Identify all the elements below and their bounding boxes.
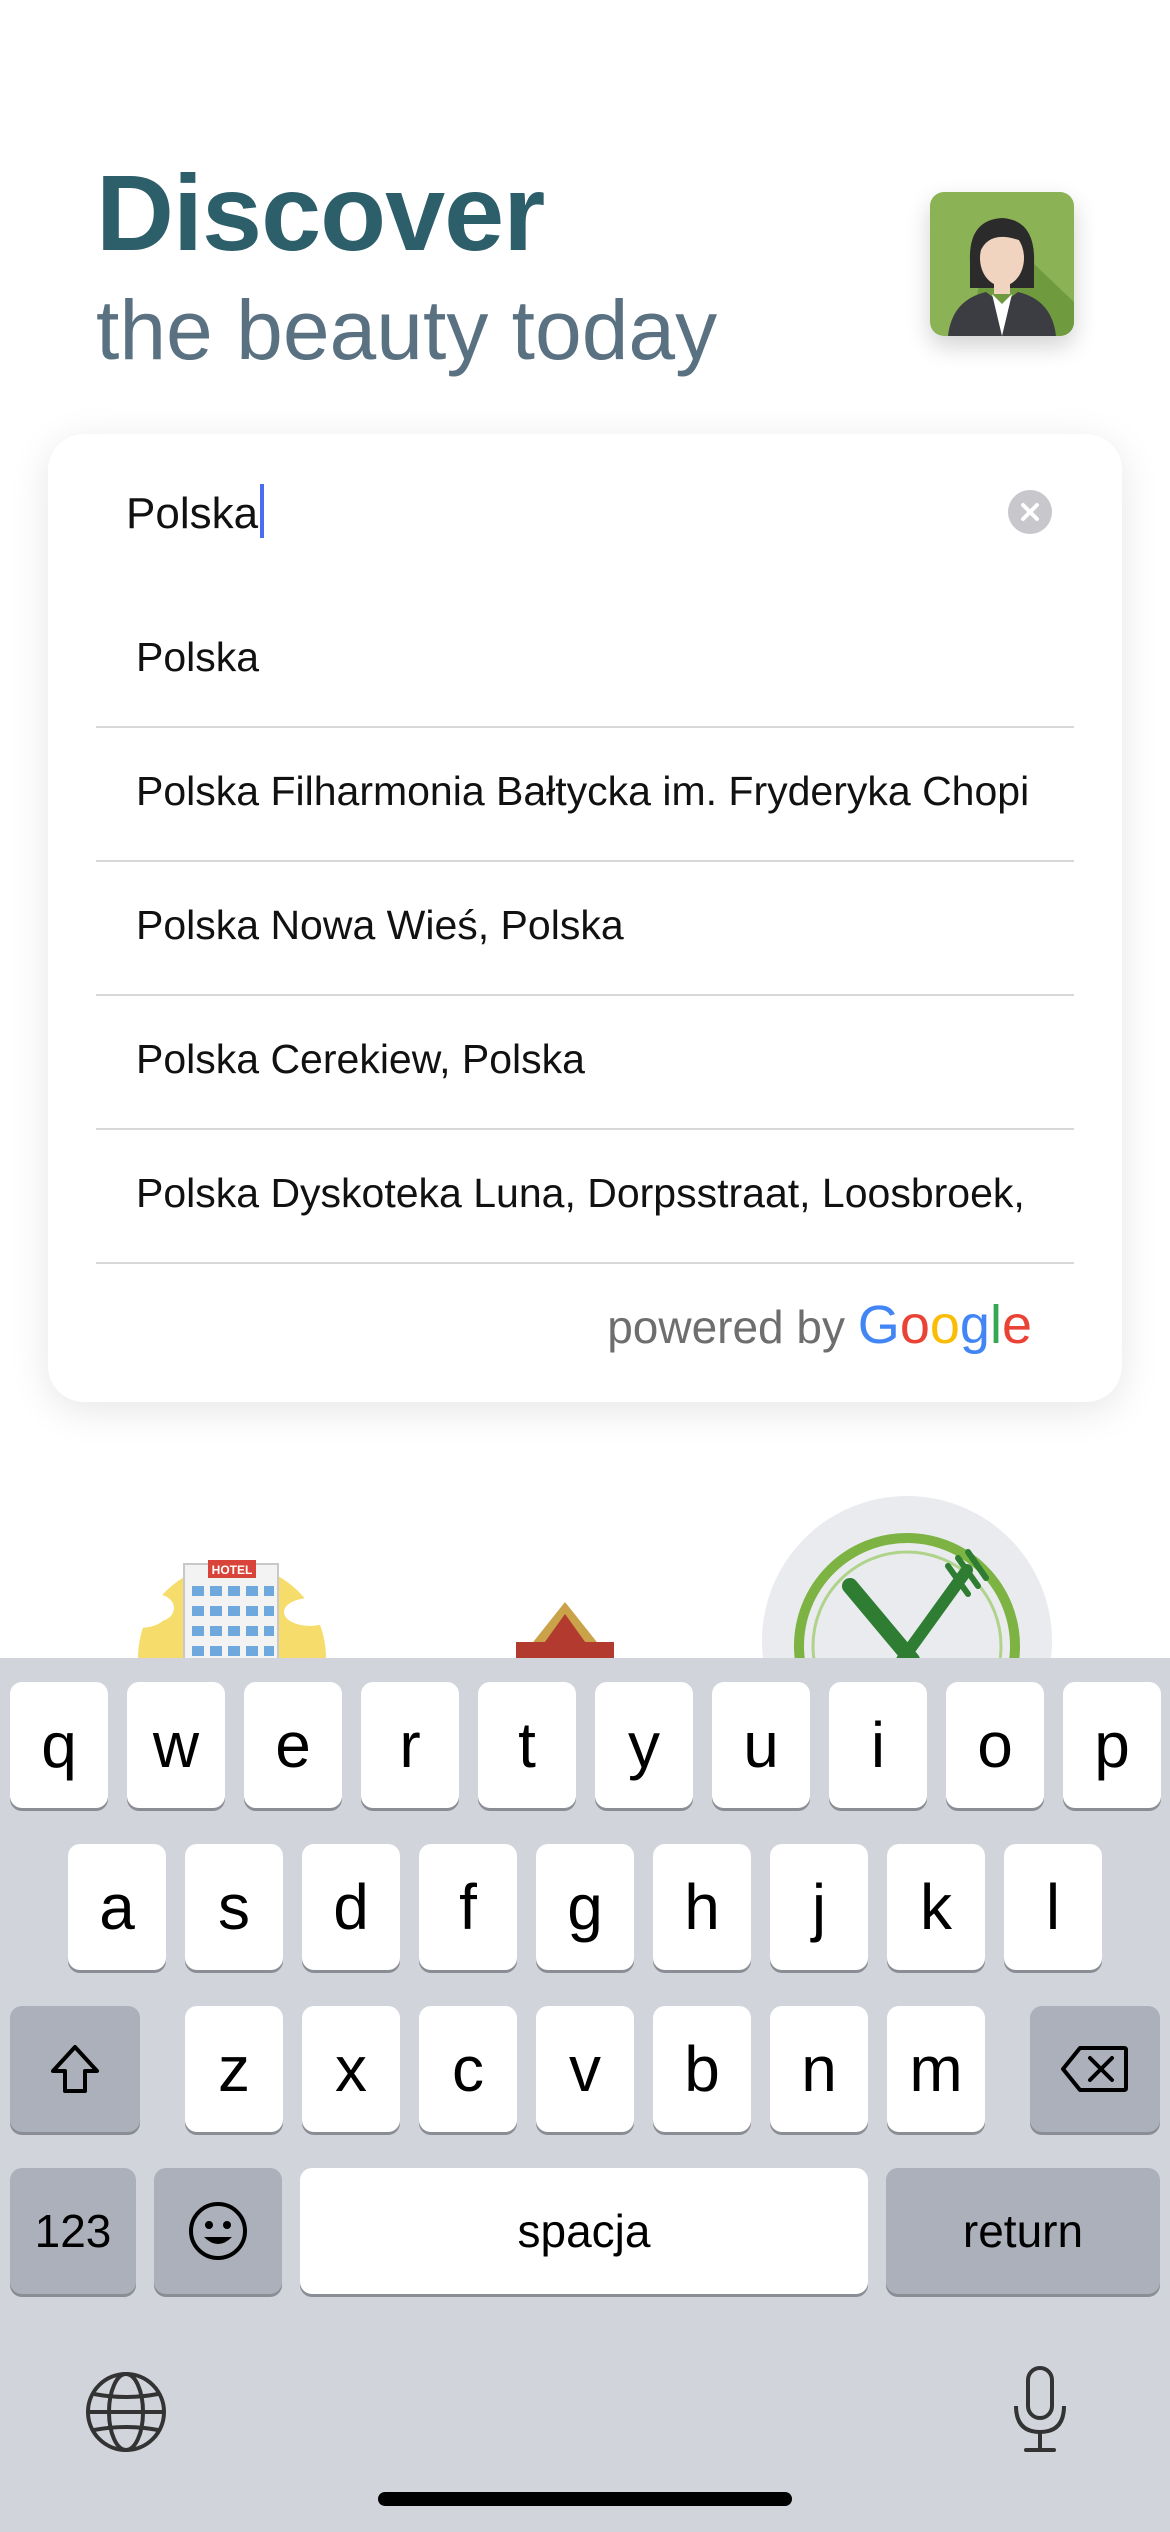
key-a[interactable]: a bbox=[68, 1844, 166, 1970]
user-avatar-icon bbox=[930, 192, 1074, 336]
globe-icon bbox=[86, 2372, 166, 2452]
key-x[interactable]: x bbox=[302, 2006, 400, 2132]
key-e[interactable]: e bbox=[244, 1682, 342, 1808]
page-title: Discover bbox=[96, 152, 545, 273]
clear-search-button[interactable] bbox=[1008, 490, 1052, 534]
hotel-icon: HOTEL bbox=[114, 1560, 340, 1752]
key-v[interactable]: v bbox=[536, 2006, 634, 2132]
key-p[interactable]: p bbox=[1063, 1682, 1161, 1808]
key-m[interactable]: m bbox=[887, 2006, 985, 2132]
google-logo: Google bbox=[857, 1295, 1032, 1355]
suggestion-item[interactable]: Polska Filharmonia Bałtycka im. Fryderyk… bbox=[96, 728, 1074, 862]
key-f[interactable]: f bbox=[419, 1844, 517, 1970]
category-attractions[interactable] bbox=[510, 1598, 620, 1660]
key-d[interactable]: d bbox=[302, 1844, 400, 1970]
suggestion-item[interactable]: Polska Nowa Wieś, Polska bbox=[96, 862, 1074, 996]
profile-avatar[interactable] bbox=[930, 192, 1074, 336]
page-subtitle: the beauty today bbox=[96, 283, 718, 377]
suggestion-item[interactable]: Polska Dyskoteka Luna, Dorpsstraat, Loos… bbox=[96, 1130, 1074, 1264]
key-r[interactable]: r bbox=[361, 1682, 459, 1808]
dictation-button[interactable] bbox=[1010, 2364, 1070, 2456]
key-l[interactable]: l bbox=[1004, 1844, 1102, 1970]
attribution-prefix: powered by bbox=[607, 1301, 846, 1353]
numbers-key[interactable]: 123 bbox=[10, 2168, 136, 2294]
key-b[interactable]: b bbox=[653, 2006, 751, 2132]
category-restaurants[interactable] bbox=[762, 1496, 1052, 1786]
category-hotel[interactable]: HOTEL bbox=[110, 1520, 350, 1752]
backspace-key[interactable] bbox=[1030, 2006, 1160, 2132]
backspace-icon bbox=[1061, 2046, 1128, 2092]
key-q[interactable]: q bbox=[10, 1682, 108, 1808]
key-w[interactable]: w bbox=[127, 1682, 225, 1808]
key-z[interactable]: z bbox=[185, 2006, 283, 2132]
shift-icon bbox=[51, 2045, 99, 2093]
restaurant-icon bbox=[762, 1496, 1052, 1786]
suggestion-item[interactable]: Polska bbox=[96, 594, 1074, 728]
key-o[interactable]: o bbox=[946, 1682, 1044, 1808]
key-g[interactable]: g bbox=[536, 1844, 634, 1970]
shift-key[interactable] bbox=[10, 2006, 140, 2132]
google-attribution: powered by Google bbox=[607, 1294, 1032, 1356]
emoji-key[interactable] bbox=[154, 2168, 282, 2294]
search-field[interactable]: Polska bbox=[48, 434, 1122, 594]
space-key[interactable]: spacja bbox=[300, 2168, 868, 2294]
return-key[interactable]: return bbox=[886, 2168, 1160, 2294]
suggestion-item[interactable]: Polska Cerekiew, Polska bbox=[96, 996, 1074, 1130]
microphone-icon bbox=[1014, 2366, 1066, 2452]
key-h[interactable]: h bbox=[653, 1844, 751, 1970]
temple-icon bbox=[516, 1602, 614, 1660]
suggestions-list: Polska Polska Filharmonia Bałtycka im. F… bbox=[96, 594, 1074, 1264]
key-k[interactable]: k bbox=[887, 1844, 985, 1970]
key-u[interactable]: u bbox=[712, 1682, 810, 1808]
home-indicator[interactable] bbox=[378, 2492, 792, 2506]
emoji-icon bbox=[189, 2202, 247, 2260]
key-y[interactable]: y bbox=[595, 1682, 693, 1808]
key-i[interactable]: i bbox=[829, 1682, 927, 1808]
hotel-sign-text: HOTEL bbox=[212, 1563, 253, 1577]
key-j[interactable]: j bbox=[770, 1844, 868, 1970]
search-card: Polska Polska Polska Filharmonia Bałtyck… bbox=[48, 434, 1122, 1402]
key-t[interactable]: t bbox=[478, 1682, 576, 1808]
search-input[interactable]: Polska bbox=[126, 489, 258, 538]
globe-button[interactable] bbox=[84, 2370, 168, 2454]
key-s[interactable]: s bbox=[185, 1844, 283, 1970]
key-c[interactable]: c bbox=[419, 2006, 517, 2132]
close-icon bbox=[1021, 503, 1039, 521]
keyboard: q w e r t y u i o p a s d f g h j k l z … bbox=[0, 1658, 1170, 2532]
text-caret bbox=[260, 484, 265, 538]
key-n[interactable]: n bbox=[770, 2006, 868, 2132]
